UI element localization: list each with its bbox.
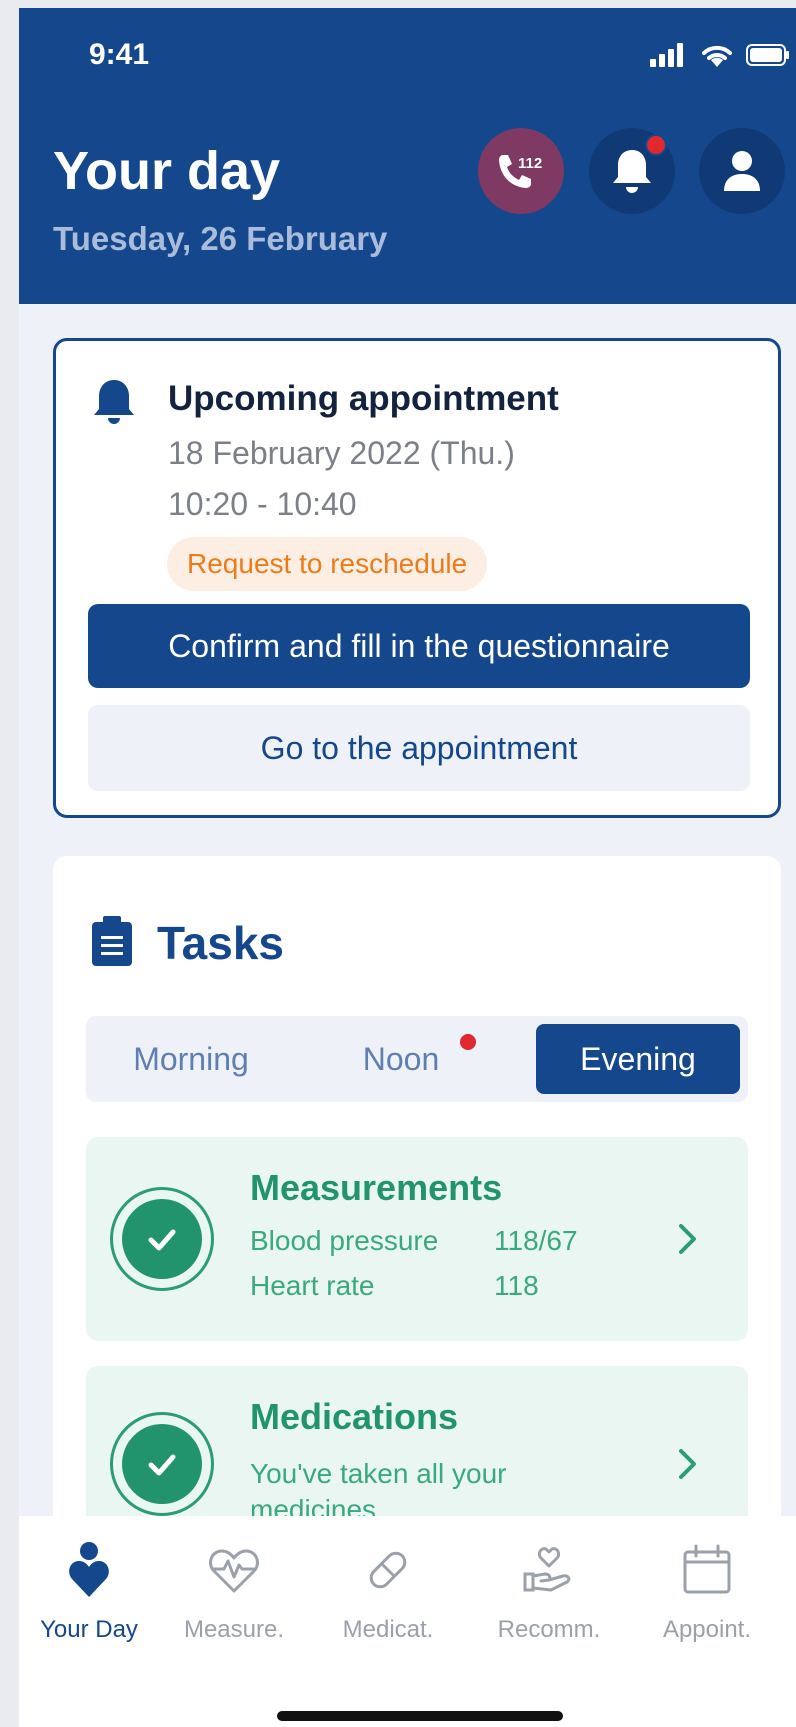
hand-heart-icon [523,1547,571,1592]
status-icons [650,42,790,68]
battery-icon [746,44,789,66]
wifi-icon [702,45,732,67]
measurement-value: 118/67 [494,1225,578,1256]
app-screen: 9:41 Your day Tuesday, 26 February 112 U… [19,8,796,1727]
completed-indicator [110,1412,214,1516]
nav-label: Appoint. [662,1616,752,1643]
tab-evening[interactable]: Evening [536,1024,740,1094]
checkmark-icon [148,1229,176,1251]
user-icon [724,151,760,191]
completed-indicator [110,1187,214,1291]
person-heart-icon [69,1542,109,1597]
pill-icon [369,1551,407,1589]
nav-measure[interactable]: Measure. [159,1540,309,1650]
appointment-date: 18 February 2022 (Thu.) [168,435,515,471]
measurement-label: Blood pressure [250,1225,439,1256]
reschedule-badge: Request to reschedule [167,537,488,591]
page-date: Tuesday, 26 February [53,220,388,257]
tasks-title: Tasks [157,917,285,969]
chevron-right-icon [679,1224,696,1254]
tasks-card: Tasks Morning Noon Evening Measurements … [53,856,781,1596]
nav-medication[interactable]: Medicat. [313,1540,463,1650]
nav-your-day[interactable]: Your Day [19,1540,164,1650]
measurements-task[interactable]: Measurements Blood pressure 118/67 Heart… [86,1137,748,1341]
go-to-appointment-button[interactable]: Go to the appointment [88,705,750,791]
chevron-right-icon [679,1449,696,1479]
heart-pulse-icon [209,1549,259,1593]
appointment-card: Upcoming appointment 18 February 2022 (T… [53,338,781,818]
appointment-time: 10:20 - 10:40 [168,486,357,522]
nav-label: Measure. [183,1616,285,1643]
emergency-call-button[interactable]: 112 [478,128,564,214]
task-title: Measurements [250,1167,503,1208]
clipboard-icon [92,916,132,966]
notification-dot [645,134,667,156]
nav-appointments[interactable]: Appoint. [632,1540,782,1650]
checkmark-icon [148,1454,176,1476]
task-description: You've taken all your [250,1458,507,1489]
tab-noon[interactable]: Noon [316,1024,486,1094]
bell-icon [94,380,134,424]
bottom-nav: Your Day Measure. Medicat. Recomm. Appoi… [19,1516,796,1727]
nav-label: Medicat. [342,1616,434,1643]
measurement-value: 118 [494,1270,539,1301]
tab-morning[interactable]: Morning [96,1024,286,1094]
confirm-questionnaire-button[interactable]: Confirm and fill in the questionnaire [88,604,750,688]
notifications-button[interactable] [589,128,675,214]
nav-label: Recomm. [497,1616,601,1643]
status-time: 9:41 [89,38,150,71]
task-title: Medications [250,1396,459,1437]
svg-text:112: 112 [518,155,542,172]
nav-label: Your Day [40,1616,138,1643]
page-title: Your day [53,141,281,201]
appointment-title: Upcoming appointment [168,379,559,418]
time-of-day-tabs: Morning Noon Evening [86,1016,748,1102]
profile-button[interactable] [699,128,785,214]
calendar-icon [683,1544,731,1594]
phone-emergency-icon: 112 [499,155,542,188]
nav-recommendations[interactable]: Recomm. [474,1540,624,1650]
measurement-label: Heart rate [250,1270,375,1301]
noon-alert-dot [460,1034,476,1050]
header: 9:41 Your day Tuesday, 26 February 112 [19,8,796,304]
home-indicator [277,1711,563,1721]
signal-icon [650,43,683,67]
